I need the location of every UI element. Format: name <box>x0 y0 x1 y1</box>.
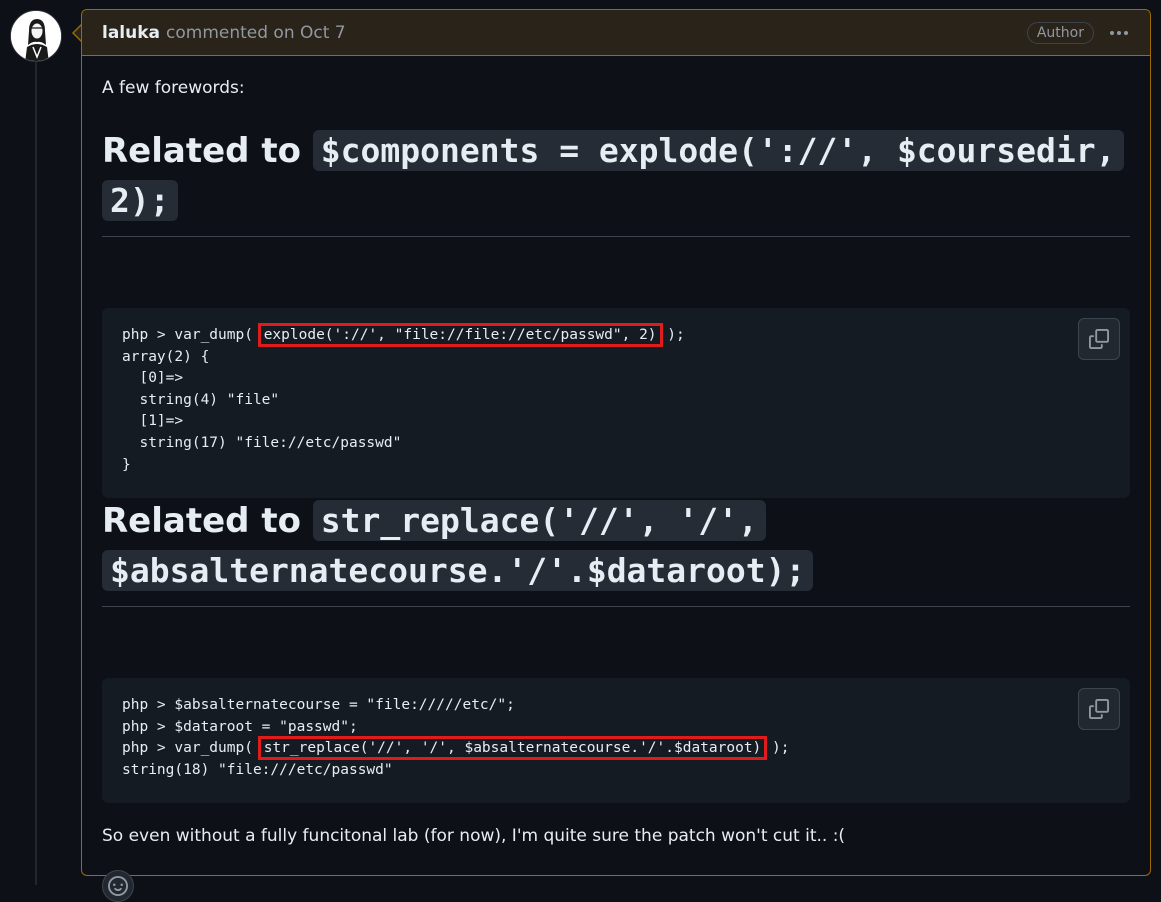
conclusion-text: So even without a fully funcitonal lab (… <box>102 826 846 846</box>
author-badge: Author <box>1026 21 1094 44</box>
avatar-image <box>11 11 61 61</box>
code-line: } <box>122 455 1110 477</box>
code-text: php > var_dump( <box>122 327 262 343</box>
code-line: array(2) { <box>122 347 1110 369</box>
kebab-horizontal-icon[interactable] <box>1108 27 1130 39</box>
section-heading-2: Related to str_replace('//', '/', $absal… <box>102 496 1130 607</box>
code-text: string(17) "file://etc/passwd" <box>122 434 402 451</box>
code-line: php > var_dump( str_replace('//', '/', $… <box>122 736 1110 761</box>
comment-header: laluka commented on Oct 7 Author <box>82 10 1150 56</box>
code-text: string(4) "file" <box>122 391 280 408</box>
code-line: string(18) "file:///etc/passwd" <box>122 760 1110 782</box>
code-block-1: php > var_dump( explode('://', "file://f… <box>102 308 1130 498</box>
copy-icon <box>1089 329 1109 349</box>
code-line: php > $dataroot = "passwd"; <box>122 717 1110 739</box>
copy-button[interactable] <box>1078 318 1120 360</box>
code-text: [0]=> <box>122 370 184 387</box>
comment-box: laluka commented on Oct 7 Author A few f… <box>81 9 1151 902</box>
code-text: string(18) "file:///etc/passwd" <box>122 761 393 778</box>
code-text: array(2) { <box>122 348 210 365</box>
heading-prefix: Related to <box>102 131 313 171</box>
smiley-icon <box>108 876 128 896</box>
code-block-2: php > $absalternatecourse = "file://///e… <box>102 678 1130 803</box>
copy-icon <box>1089 699 1109 719</box>
code-text: php > $dataroot = "passwd"; <box>122 718 358 735</box>
code-text: php > $absalternatecourse = "file://///e… <box>122 697 515 713</box>
code-line: string(4) "file" <box>122 390 1110 412</box>
highlighted-code: explode('://', "file://file://etc/passwd… <box>257 323 663 347</box>
code-line: php > var_dump( explode('://', "file://f… <box>122 323 1110 347</box>
section-heading-1: Related to $components = explode('://', … <box>102 126 1130 237</box>
code-line: [0]=> <box>122 368 1110 390</box>
code-text: ); <box>658 327 685 343</box>
code-text: php > var_dump( <box>122 740 262 757</box>
comment-timestamp[interactable]: commented on Oct 7 <box>166 23 346 43</box>
header-actions: Author <box>1026 21 1130 44</box>
code-line: string(17) "file://etc/passwd" <box>122 433 1110 455</box>
copy-button[interactable] <box>1078 688 1120 730</box>
code-text: [1]=> <box>122 413 184 430</box>
timeline-line <box>35 60 37 885</box>
author-link[interactable]: laluka <box>102 23 160 43</box>
code-text: ); <box>763 740 790 757</box>
heading-prefix: Related to <box>102 501 313 541</box>
add-reaction-button[interactable] <box>102 870 134 902</box>
avatar[interactable] <box>10 10 62 62</box>
code-line: php > $absalternatecourse = "file://///e… <box>122 695 1110 717</box>
code-text: } <box>122 456 131 473</box>
intro-text: A few forewords: <box>102 78 245 98</box>
highlighted-code: str_replace('//', '/', $absalternatecour… <box>257 736 768 761</box>
code-line: [1]=> <box>122 411 1110 433</box>
